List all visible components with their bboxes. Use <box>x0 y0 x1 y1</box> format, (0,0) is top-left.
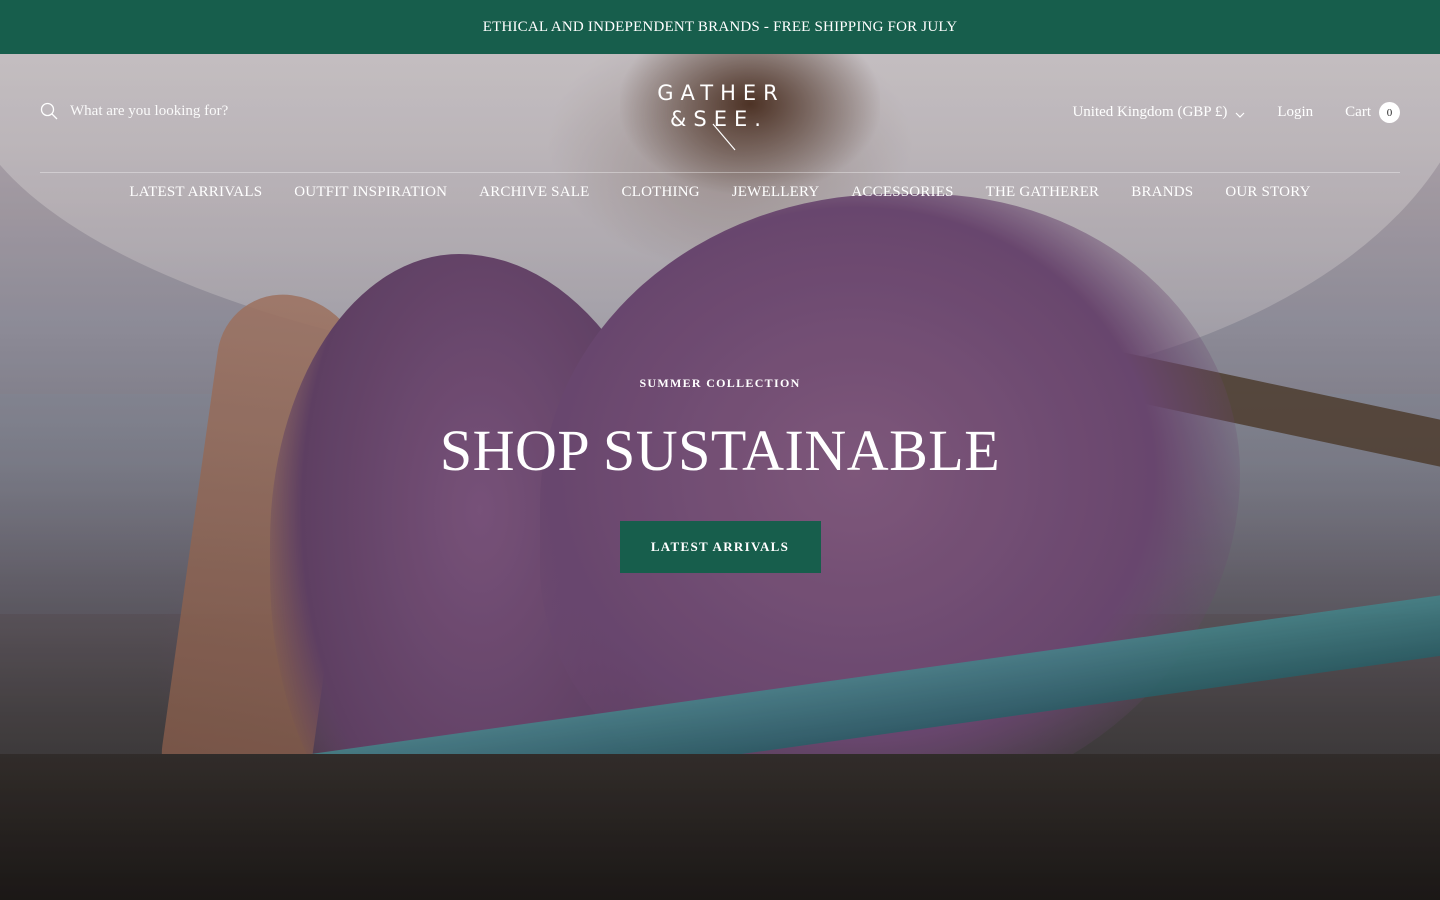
nav-item-archive-sale[interactable]: ARCHIVE SALE <box>479 184 589 201</box>
main-nav: LATEST ARRIVALS OUTFIT INSPIRATION ARCHI… <box>0 184 1440 201</box>
announcement-text: ETHICAL AND INDEPENDENT BRANDS - FREE SH… <box>482 18 958 35</box>
nav-item-the-gatherer[interactable]: THE GATHERER <box>986 184 1100 201</box>
header-divider <box>40 172 1400 173</box>
nav-item-jewellery[interactable]: JEWELLERY <box>732 184 820 201</box>
hero-headline: SHOP SUSTAINABLE <box>439 418 1001 483</box>
nav-item-brands[interactable]: BRANDS <box>1131 184 1193 201</box>
search-bar[interactable]: What are you looking for? <box>40 102 228 120</box>
latest-arrivals-button[interactable]: LATEST ARRIVALS <box>619 520 821 573</box>
site-header: What are you looking for? GATHER &SEE. U… <box>0 54 1440 234</box>
nav-item-accessories[interactable]: ACCESSORIES <box>851 184 953 201</box>
logo-line-1: GATHER <box>657 81 785 105</box>
cart-label: Cart <box>1345 104 1371 120</box>
cart-button[interactable]: Cart 0 <box>1345 102 1400 123</box>
nav-item-outfit-inspiration[interactable]: OUTFIT INSPIRATION <box>294 184 447 201</box>
chevron-down-icon <box>1235 108 1245 118</box>
announcement-bar: ETHICAL AND INDEPENDENT BRANDS - FREE SH… <box>0 0 1440 54</box>
header-utility: United Kingdom (GBP £) Login Cart 0 <box>1072 102 1400 123</box>
search-input[interactable]: What are you looking for? <box>70 103 228 120</box>
nav-item-our-story[interactable]: OUR STORY <box>1225 184 1310 201</box>
logo[interactable]: GATHER &SEE. <box>655 80 787 152</box>
currency-label: United Kingdom (GBP £) <box>1072 104 1228 120</box>
nav-item-latest-arrivals[interactable]: LATEST ARRIVALS <box>129 184 262 201</box>
search-icon[interactable] <box>40 102 58 120</box>
nav-item-clothing[interactable]: CLOTHING <box>622 184 700 201</box>
cart-count-badge: 0 <box>1379 102 1400 123</box>
hero-eyebrow: SUMMER COLLECTION <box>639 376 801 390</box>
currency-selector[interactable]: United Kingdom (GBP £) <box>1072 104 1245 121</box>
login-link[interactable]: Login <box>1277 104 1313 121</box>
hero-content: SUMMER COLLECTION SHOP SUSTAINABLE LATES… <box>0 376 1440 573</box>
logo-line-2: &SEE. <box>670 107 768 131</box>
